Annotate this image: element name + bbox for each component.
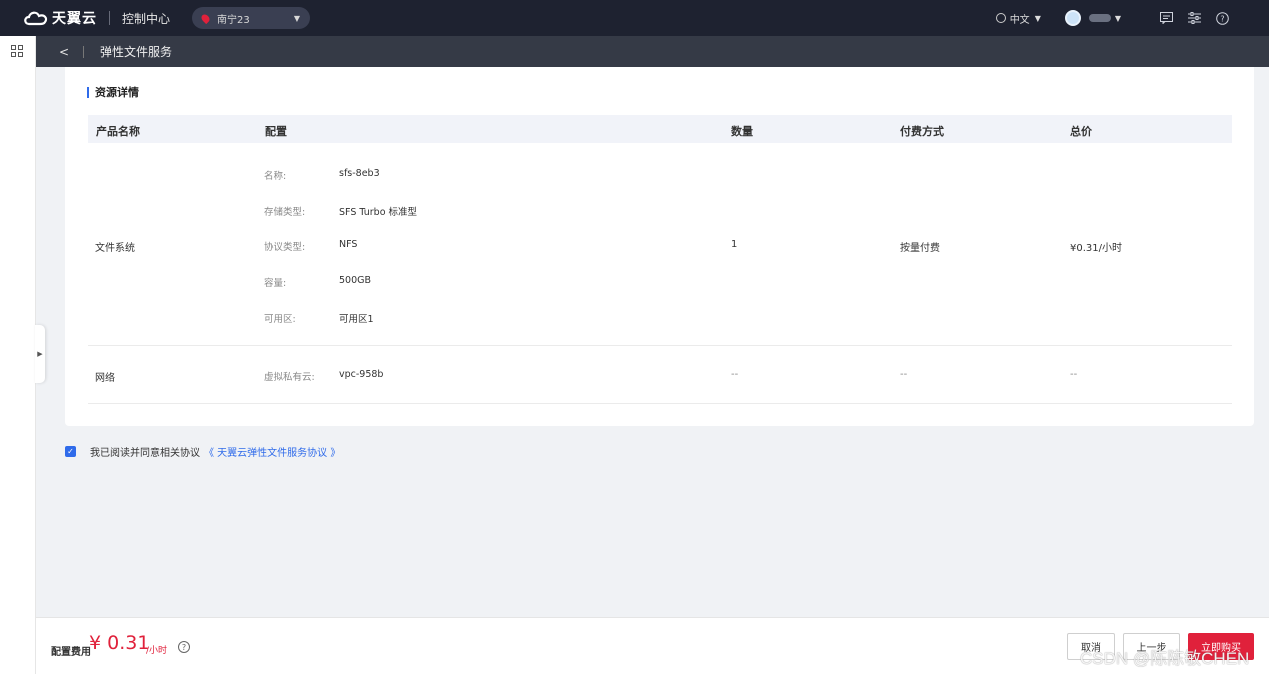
agreement-text: 我已阅读并同意相关协议: [90, 448, 200, 459]
avatar[interactable]: [1064, 10, 1081, 26]
fee-value: ¥ 0.31: [89, 632, 150, 654]
table-header: 产品名称 配置 数量 付费方式 总价: [88, 115, 1232, 143]
config-value: 可用区1: [339, 314, 374, 325]
quantity-value: --: [731, 369, 739, 380]
billing-value: --: [900, 369, 908, 380]
back-arrow-icon[interactable]: <: [59, 45, 69, 59]
settings-sliders-icon[interactable]: [1187, 11, 1201, 25]
agreement-row: ✓ 我已阅读并同意相关协议 《 天翼云弹性文件服务协议 》: [65, 444, 340, 459]
brand-name: 天翼云: [52, 11, 97, 27]
quantity-value: 1: [731, 239, 738, 250]
logo[interactable]: 天翼云: [22, 8, 97, 28]
svg-text:?: ?: [1220, 14, 1224, 23]
section-title-text: 资源详情: [95, 86, 139, 99]
config-label: 可用区:: [264, 314, 296, 325]
caret-down-icon: ▼: [293, 13, 301, 23]
row-divider: [88, 403, 1232, 404]
help-icon[interactable]: ?: [1215, 11, 1229, 25]
config-label: 容量:: [264, 278, 287, 289]
divider: [83, 45, 84, 58]
config-value: SFS Turbo 标准型: [339, 207, 418, 218]
expand-sidebar-handle[interactable]: ▶: [35, 325, 45, 383]
section-title: 资源详情: [87, 84, 139, 100]
page-title: 弹性文件服务: [100, 45, 173, 59]
config-value: NFS: [339, 239, 358, 250]
agreement-link[interactable]: 《 天翼云弹性文件服务协议 》: [204, 444, 340, 459]
sub-header: < 弹性文件服务: [36, 36, 1269, 67]
config-value: 500GB: [339, 275, 372, 286]
left-rail: [0, 36, 36, 674]
caret-down-icon: ▼: [1034, 13, 1041, 23]
column-header-billing: 付费方式: [900, 125, 944, 138]
watermark: CSDN @陈陈敏CHEN: [1080, 649, 1250, 668]
section-accent-bar: [87, 86, 89, 98]
price-value: --: [1070, 369, 1078, 380]
cloud-logo-icon: [24, 11, 48, 26]
column-header-config: 配置: [265, 125, 287, 138]
row-divider: [88, 345, 1232, 346]
region-label: 南宁23: [217, 14, 250, 26]
console-link[interactable]: 控制中心: [122, 10, 170, 27]
resource-detail-card: 资源详情 产品名称 配置 数量 付费方式 总价 文件系统 名称: sfs-8eb…: [65, 67, 1254, 426]
region-selector[interactable]: 南宁23 ▼: [192, 7, 311, 29]
config-label: 名称:: [264, 171, 287, 182]
fee-unit: /小时: [146, 646, 168, 656]
column-header-quantity: 数量: [731, 125, 753, 138]
product-name: 网络: [95, 373, 115, 384]
help-circle-icon[interactable]: ?: [178, 641, 190, 653]
column-header-price: 总价: [1070, 125, 1092, 138]
username-masked[interactable]: [1088, 14, 1111, 22]
product-name: 文件系统: [95, 243, 135, 254]
divider: [109, 11, 110, 25]
config-value: sfs-8eb3: [339, 168, 380, 179]
config-label: 协议类型:: [264, 242, 306, 253]
price-value: ¥0.31/小时: [1070, 243, 1122, 254]
location-pin-icon: [199, 12, 212, 24]
globe-icon: [995, 13, 1006, 23]
top-bar: 天翼云 控制中心 南宁23 ▼ 中文 ▼ ▼ ?: [0, 0, 1269, 36]
fee-label: 配置费用: [51, 647, 91, 658]
message-icon[interactable]: [1159, 11, 1173, 25]
config-value: vpc-958b: [339, 369, 384, 380]
config-label: 存储类型:: [264, 207, 306, 218]
column-header-product: 产品名称: [96, 125, 140, 138]
agreement-checkbox[interactable]: ✓: [65, 446, 76, 457]
language-selector[interactable]: 中文 ▼: [995, 11, 1041, 26]
caret-down-icon[interactable]: ▼: [1115, 14, 1121, 23]
config-label: 虚拟私有云:: [264, 372, 315, 383]
billing-value: 按量付费: [900, 243, 940, 254]
apps-grid-icon[interactable]: [11, 45, 23, 57]
language-label: 中文: [1009, 14, 1030, 26]
caret-right-icon: ▶: [37, 350, 43, 358]
